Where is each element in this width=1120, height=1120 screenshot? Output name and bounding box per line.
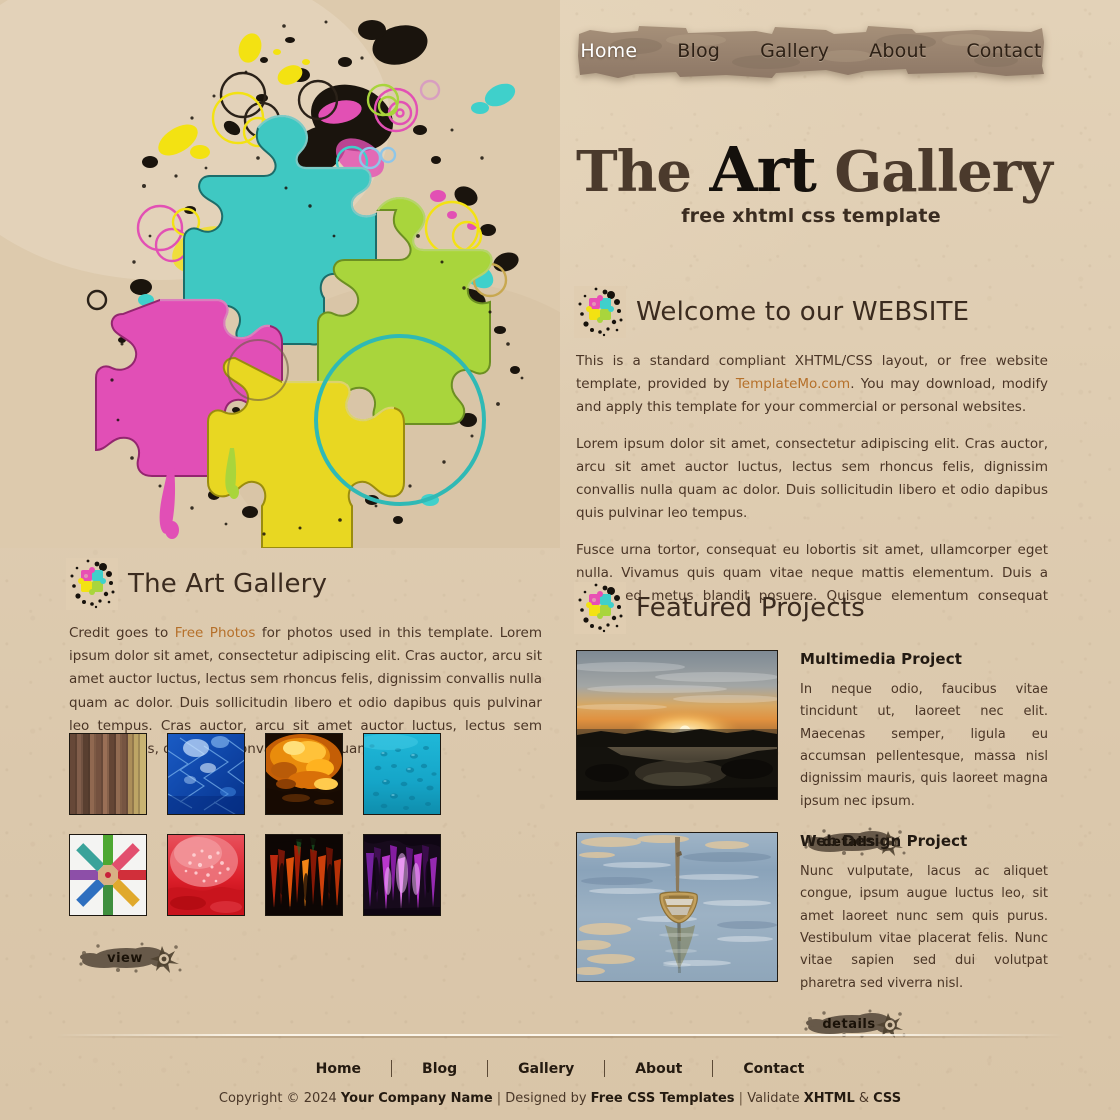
footer-nav-item-contact[interactable]: Contact [713,1061,834,1077]
site-title: The Art Gallery [576,138,1053,201]
boat-on-water-image[interactable] [576,832,778,982]
site-title-art: Art [709,133,817,206]
welcome-paragraph-2: Lorem ipsum dolor sit amet, consectetur … [576,435,1048,522]
sunset-over-water-image[interactable] [576,650,778,800]
footer-sep-2: | [734,1091,748,1106]
gallery-thumbnail-grid [69,733,469,916]
footer-nav-item-about[interactable]: About [605,1061,712,1077]
featured-heading-text: Featured Projects [636,593,865,623]
welcome-paragraph-1: This is a standard compliant XHTML/CSS l… [576,350,1048,420]
footer-link-gallery[interactable]: Gallery [488,1061,604,1077]
site-tagline: free xhtml css template [681,205,941,227]
copyright-prefix: Copyright © 2024 [218,1091,341,1106]
purple-streaks-thumb[interactable] [363,834,441,916]
footer-link-blog[interactable]: Blog [392,1061,487,1077]
nav-link-home[interactable]: Home [560,41,657,61]
nav-item-gallery[interactable]: Gallery [740,41,849,61]
footer-link-home[interactable]: Home [286,1061,391,1077]
cyan-bubbles-thumb[interactable] [363,733,441,815]
company-name: Your Company Name [340,1091,493,1106]
gallery-section-heading: The Art Gallery [66,558,327,610]
nav-list: Home Blog Gallery About Contact [576,22,1046,80]
footer-nav-item-gallery[interactable]: Gallery [488,1061,604,1077]
red-bubbles-thumb[interactable] [167,834,245,916]
footer-divider [56,1034,1064,1038]
templatemo-link[interactable]: TemplateMo.com [736,376,850,392]
footer-navigation: Home Blog Gallery About Contact [0,1060,1120,1077]
blue-water-net-thumb[interactable] [167,733,245,815]
designer-link[interactable]: Free CSS Templates [591,1091,735,1106]
site-title-gallery: Gallery [815,139,1052,205]
designed-prefix: Designed by [505,1091,591,1106]
nav-item-blog[interactable]: Blog [657,41,740,61]
puzzle-splatter-icon [66,558,118,610]
red-black-streaks-thumb[interactable] [265,834,343,916]
featured-section-heading: Featured Projects [574,582,865,634]
welcome-section-heading: Welcome to our WEBSITE [574,286,969,338]
nav-link-about[interactable]: About [849,41,946,61]
free-photos-link[interactable]: Free Photos [175,625,256,641]
nav-item-about[interactable]: About [849,41,946,61]
footer-nav-item-home[interactable]: Home [286,1061,391,1077]
project-text: In neque odio, faucibus vitae tincidunt … [800,682,1048,809]
page-root: Home Blog Gallery About Contact The Art … [0,0,1120,1120]
project-title: Web Design Project [800,832,968,850]
site-title-the: The [576,139,710,205]
nav-item-contact[interactable]: Contact [946,41,1061,61]
footer-nav-item-blog[interactable]: Blog [392,1061,487,1077]
gallery-heading-text: The Art Gallery [128,569,328,599]
project-body: Web Design Project Nunc vulputate, lacus… [800,832,1048,1047]
puzzle-splatter-icon [574,286,626,338]
hero-artwork-puzzle-splatter [0,0,560,548]
project-text: Nunc vulputate, lacus ac aliquet congue,… [800,864,1048,991]
validate-amp: & [854,1091,874,1106]
gallery-view-button-wrap: view [76,929,182,981]
project-item: Web Design Project Nunc vulputate, lacus… [576,832,1048,1047]
footer-link-about[interactable]: About [605,1061,712,1077]
nav-link-blog[interactable]: Blog [657,41,740,61]
main-navigation: Home Blog Gallery About Contact [576,22,1046,80]
puzzle-splatter-icon [574,582,626,634]
validate-xhtml-link[interactable]: XHTML [804,1091,855,1106]
validate-prefix: Validate [747,1091,804,1106]
view-button[interactable]: view [76,939,182,977]
nav-link-gallery[interactable]: Gallery [740,41,849,61]
pencil-star-thumb[interactable] [69,834,147,916]
colored-pencils-rows-thumb[interactable] [69,733,147,815]
footer-copyright: Copyright © 2024 Your Company Name | Des… [0,1091,1120,1106]
orange-fire-glass-thumb[interactable] [265,733,343,815]
validate-css-link[interactable]: CSS [873,1091,901,1106]
project-title: Multimedia Project [800,650,962,668]
view-button-label: view [107,950,143,966]
footer-sep-1: | [492,1091,506,1106]
footer-link-contact[interactable]: Contact [713,1061,834,1077]
nav-item-home[interactable]: Home [560,41,657,61]
welcome-heading-text: Welcome to our WEBSITE [636,297,970,327]
nav-link-contact[interactable]: Contact [946,41,1061,61]
gallery-credit-pre: Credit goes to [69,625,175,641]
